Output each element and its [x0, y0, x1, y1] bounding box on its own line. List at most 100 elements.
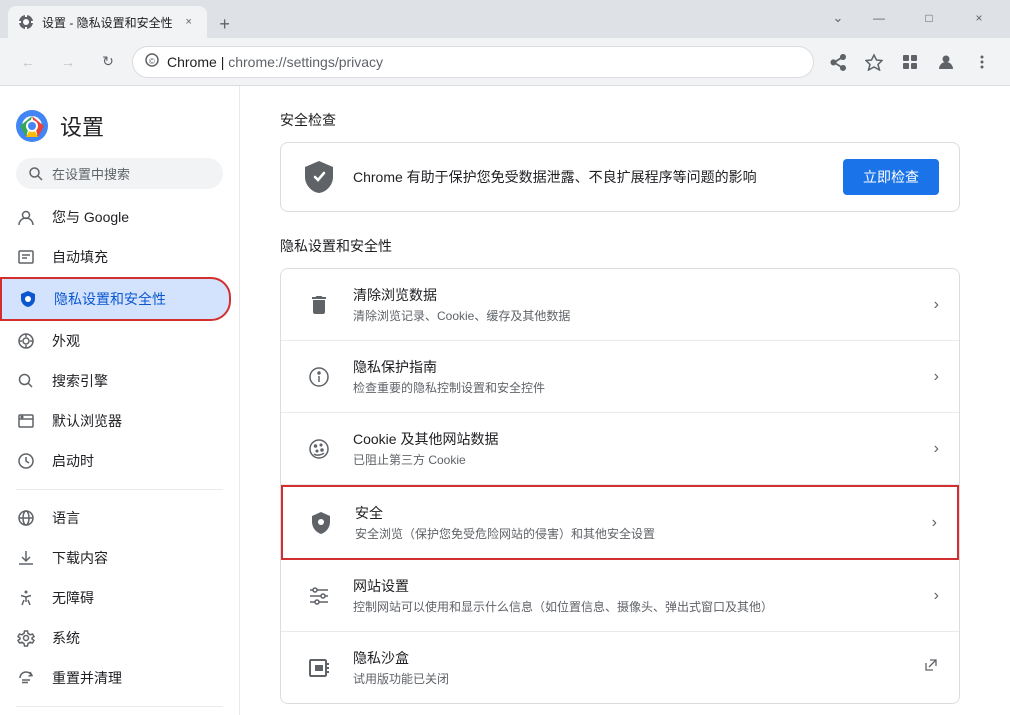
sidebar-item-browser[interactable]: 默认浏览器 — [0, 401, 231, 441]
security-text: 安全 安全浏览（保护您免受危险网站的侵害）和其他安全设置 — [355, 503, 916, 542]
sidebar-item-system[interactable]: 系统 — [0, 618, 231, 658]
site-settings-text: 网站设置 控制网站可以使用和显示什么信息（如位置信息、摄像头、弹出式窗口及其他） — [353, 576, 918, 615]
startup-icon — [16, 451, 36, 471]
safe-check-shield-icon — [301, 159, 337, 195]
window-controls: ⌄ — □ × — [824, 4, 1002, 38]
active-tab[interactable]: 设置 - 隐私设置和安全性 × — [8, 6, 207, 38]
security-subtitle: 安全浏览（保护您免受危险网站的侵害）和其他安全设置 — [355, 525, 916, 542]
reset-icon — [16, 668, 36, 688]
tab-close-button[interactable]: × — [181, 14, 197, 30]
sandbox-external-icon — [923, 657, 939, 678]
sidebar-divider-2 — [16, 706, 223, 707]
extensions-button[interactable] — [894, 46, 926, 78]
svg-text:©: © — [149, 57, 155, 66]
sidebar: 设置 在设置中搜索 — [0, 86, 240, 715]
omnibox-lock-icon: © — [145, 53, 159, 70]
safe-check-text: Chrome 有助于保护您免受数据泄露、不良扩展程序等问题的影响 — [353, 167, 827, 187]
sidebar-title: 设置 — [60, 110, 104, 142]
site-settings-arrow: › — [934, 587, 939, 605]
minimize-button[interactable]: — — [856, 4, 902, 32]
google-icon — [16, 207, 36, 227]
sidebar-item-appearance-label: 外观 — [52, 331, 215, 351]
sidebar-item-search-label: 搜索引擎 — [52, 371, 215, 391]
clear-browsing-item[interactable]: 清除浏览数据 清除浏览记录、Cookie、缓存及其他数据 › — [281, 269, 959, 341]
share-button[interactable] — [822, 46, 854, 78]
sandbox-icon — [301, 650, 337, 686]
settings-list: 清除浏览数据 清除浏览记录、Cookie、缓存及其他数据 › — [280, 268, 960, 704]
search-engine-icon — [16, 371, 36, 391]
cookies-title: Cookie 及其他网站数据 — [353, 429, 918, 449]
safe-check-section-title: 安全检查 — [280, 110, 960, 130]
sidebar-item-search[interactable]: 搜索引擎 — [0, 361, 231, 401]
refresh-button[interactable]: ↻ — [92, 46, 124, 78]
privacy-guide-arrow: › — [934, 368, 939, 386]
clear-browsing-title: 清除浏览数据 — [353, 285, 918, 305]
safe-check-button[interactable]: 立即检查 — [843, 159, 939, 195]
sidebar-item-startup-label: 启动时 — [52, 451, 215, 471]
sidebar-item-google-label: 您与 Google — [52, 207, 215, 227]
tab-favicon — [18, 14, 34, 30]
privacy-guide-subtitle: 检查重要的隐私控制设置和安全控件 — [353, 379, 918, 396]
search-icon — [28, 166, 44, 182]
security-arrow: › — [932, 514, 937, 532]
system-icon — [16, 628, 36, 648]
sandbox-subtitle: 试用版功能已关闭 — [353, 670, 907, 687]
site-settings-item[interactable]: 网站设置 控制网站可以使用和显示什么信息（如位置信息、摄像头、弹出式窗口及其他）… — [281, 560, 959, 632]
sidebar-item-downloads-label: 下载内容 — [52, 548, 215, 568]
maximize-button[interactable]: □ — [906, 4, 952, 32]
security-title: 安全 — [355, 503, 916, 523]
privacy-guide-text: 隐私保护指南 检查重要的隐私控制设置和安全控件 — [353, 357, 918, 396]
safe-check-card: Chrome 有助于保护您免受数据泄露、不良扩展程序等问题的影响 立即检查 — [280, 142, 960, 212]
privacy-section-title: 隐私设置和安全性 — [280, 236, 960, 256]
privacy-icon — [18, 289, 38, 309]
bookmark-button[interactable] — [858, 46, 890, 78]
security-item[interactable]: 安全 安全浏览（保护您免受危险网站的侵害）和其他安全设置 › — [281, 485, 959, 560]
sandbox-text: 隐私沙盒 试用版功能已关闭 — [353, 648, 907, 687]
forward-button[interactable]: → — [52, 46, 84, 78]
sidebar-item-autofill[interactable]: 自动填充 — [0, 237, 231, 277]
sidebar-item-appearance[interactable]: 外观 — [0, 321, 231, 361]
sidebar-item-privacy[interactable]: 隐私设置和安全性 — [0, 277, 231, 321]
accessibility-icon — [16, 588, 36, 608]
address-bar: ← → ↻ © Chrome | chrome://settings/priva… — [0, 38, 1010, 86]
chevron-button[interactable]: ⌄ — [824, 4, 852, 32]
chrome-logo-icon — [16, 110, 48, 142]
close-button[interactable]: × — [956, 4, 1002, 32]
sidebar-item-reset-label: 重置并清理 — [52, 668, 215, 688]
back-button[interactable]: ← — [12, 46, 44, 78]
sidebar-item-system-label: 系统 — [52, 628, 215, 648]
sidebar-header: 设置 — [0, 98, 239, 158]
sidebar-item-google[interactable]: 您与 Google — [0, 197, 231, 237]
sidebar-item-accessibility-label: 无障碍 — [52, 588, 215, 608]
toolbar-actions — [822, 46, 998, 78]
tab-title: 设置 - 隐私设置和安全性 — [42, 14, 173, 31]
sidebar-item-reset[interactable]: 重置并清理 — [0, 658, 231, 698]
cookies-item[interactable]: Cookie 及其他网站数据 已阻止第三方 Cookie › — [281, 413, 959, 485]
sidebar-item-browser-label: 默认浏览器 — [52, 411, 215, 431]
sidebar-item-language[interactable]: 语言 — [0, 498, 231, 538]
omnibox[interactable]: © Chrome | chrome://settings/privacy — [132, 46, 814, 78]
language-icon — [16, 508, 36, 528]
content-area: 设置 在设置中搜索 — [0, 86, 1010, 715]
settings-content: 安全检查 Chrome 有助于保护您免受数据泄露、不良扩展程序等问题的影响 立即… — [240, 86, 1000, 715]
sidebar-item-startup[interactable]: 启动时 — [0, 441, 231, 481]
search-placeholder: 在设置中搜索 — [52, 164, 130, 183]
search-box[interactable]: 在设置中搜索 — [16, 158, 223, 189]
main-panel: 安全检查 Chrome 有助于保护您免受数据泄露、不良扩展程序等问题的影响 立即… — [240, 86, 1010, 715]
cookies-text: Cookie 及其他网站数据 已阻止第三方 Cookie — [353, 429, 918, 468]
sidebar-item-downloads[interactable]: 下载内容 — [0, 538, 231, 578]
sandbox-item[interactable]: 隐私沙盒 试用版功能已关闭 — [281, 632, 959, 703]
privacy-guide-icon — [301, 359, 337, 395]
sandbox-title: 隐私沙盒 — [353, 648, 907, 668]
menu-button[interactable] — [966, 46, 998, 78]
new-tab-button[interactable]: + — [211, 10, 239, 38]
site-settings-title: 网站设置 — [353, 576, 918, 596]
sidebar-item-accessibility[interactable]: 无障碍 — [0, 578, 231, 618]
profile-button[interactable] — [930, 46, 962, 78]
privacy-guide-title: 隐私保护指南 — [353, 357, 918, 377]
security-icon — [303, 505, 339, 541]
privacy-guide-item[interactable]: 隐私保护指南 检查重要的隐私控制设置和安全控件 › — [281, 341, 959, 413]
cookies-arrow: › — [934, 440, 939, 458]
clear-browsing-text: 清除浏览数据 清除浏览记录、Cookie、缓存及其他数据 — [353, 285, 918, 324]
sidebar-item-language-label: 语言 — [52, 508, 215, 528]
